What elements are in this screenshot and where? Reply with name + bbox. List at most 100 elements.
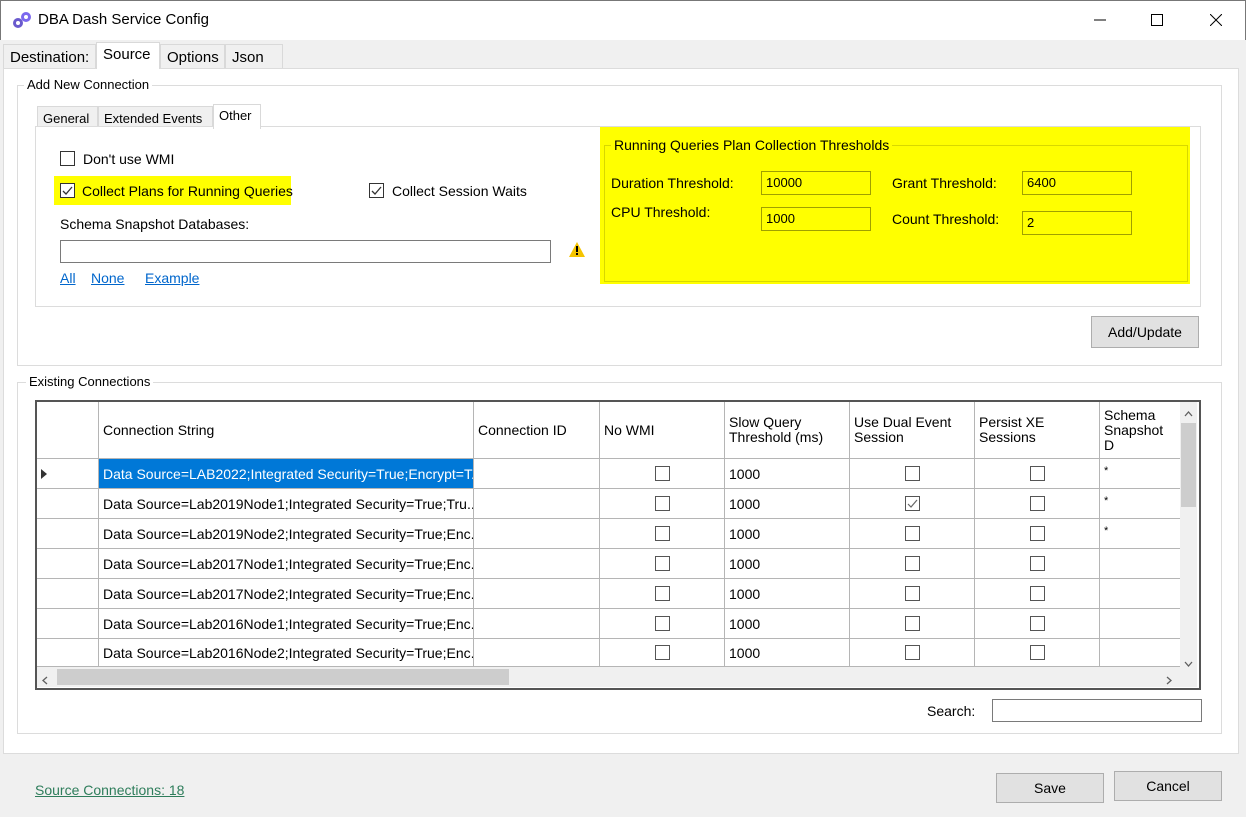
cpu-threshold-input[interactable]: 1000 <box>761 207 871 231</box>
dual-event-cell <box>850 489 975 519</box>
save-button[interactable]: Save <box>996 773 1104 803</box>
column-header[interactable]: Schema Snapshot D <box>1100 402 1180 459</box>
schema-none-link[interactable]: None <box>91 270 124 286</box>
slow-query-cell[interactable]: 1000 <box>725 519 850 549</box>
connection-string-cell[interactable]: Data Source=Lab2016Node2;Integrated Secu… <box>99 639 474 667</box>
connection-id-cell[interactable] <box>474 489 600 519</box>
scroll-right-button[interactable] <box>1166 667 1197 687</box>
collect-plans-checkbox[interactable] <box>60 183 75 198</box>
persist-xe-checkbox[interactable] <box>1029 496 1045 511</box>
slow-query-cell[interactable]: 1000 <box>725 579 850 609</box>
no-wmi-checkbox[interactable] <box>654 645 670 660</box>
schema-snapshot-input[interactable] <box>60 240 551 263</box>
dual-event-checkbox[interactable] <box>904 616 920 631</box>
slow-query-cell[interactable]: 1000 <box>725 609 850 639</box>
count-threshold-input[interactable]: 2 <box>1022 211 1132 235</box>
dual-event-checkbox[interactable] <box>904 556 920 571</box>
tab-general[interactable]: General <box>37 106 98 128</box>
connection-id-cell[interactable] <box>474 639 600 667</box>
row-header[interactable] <box>37 579 99 609</box>
connection-id-cell[interactable] <box>474 549 600 579</box>
close-button[interactable] <box>1187 1 1245 41</box>
maximize-button[interactable] <box>1128 1 1186 41</box>
column-header[interactable]: Use Dual Event Session <box>850 402 975 459</box>
horizontal-scroll-thumb[interactable] <box>57 669 509 685</box>
horizontal-scrollbar[interactable] <box>37 667 1180 687</box>
schema-snapshot-cell[interactable] <box>1100 609 1180 639</box>
no-wmi-checkbox[interactable] <box>654 496 670 511</box>
dual-event-checkbox[interactable] <box>904 496 920 511</box>
persist-xe-checkbox[interactable] <box>1029 556 1045 571</box>
source-connections-link[interactable]: Source Connections: 18 <box>35 782 184 798</box>
connection-id-cell[interactable] <box>474 459 600 489</box>
scroll-up-icon[interactable] <box>1184 405 1193 420</box>
dual-event-checkbox[interactable] <box>904 645 920 660</box>
dont-use-wmi-checkbox[interactable] <box>60 151 75 166</box>
connection-id-cell[interactable] <box>474 579 600 609</box>
column-header[interactable]: Connection ID <box>474 402 600 459</box>
schema-snapshot-cell[interactable] <box>1100 639 1180 667</box>
column-header[interactable]: Connection String <box>99 402 474 459</box>
row-header[interactable] <box>37 639 99 667</box>
connection-string-cell[interactable]: Data Source=Lab2019Node2;Integrated Secu… <box>99 519 474 549</box>
connection-id-cell[interactable] <box>474 519 600 549</box>
no-wmi-checkbox[interactable] <box>654 616 670 631</box>
dont-use-wmi-label: Don't use WMI <box>83 151 175 167</box>
no-wmi-checkbox[interactable] <box>654 466 670 481</box>
tab-options[interactable]: Options <box>160 44 225 68</box>
schema-example-link[interactable]: Example <box>145 270 199 286</box>
connection-id-cell[interactable] <box>474 609 600 639</box>
schema-snapshot-cell[interactable] <box>1100 549 1180 579</box>
column-header[interactable]: Persist XE Sessions <box>975 402 1100 459</box>
minimize-button[interactable] <box>1071 1 1129 41</box>
search-input[interactable] <box>992 699 1202 722</box>
schema-snapshot-cell[interactable]: * <box>1100 489 1180 519</box>
no-wmi-checkbox[interactable] <box>654 556 670 571</box>
slow-query-cell[interactable]: 1000 <box>725 459 850 489</box>
add-update-button[interactable]: Add/Update <box>1091 316 1199 348</box>
slow-query-cell[interactable]: 1000 <box>725 489 850 519</box>
row-header[interactable] <box>37 519 99 549</box>
row-header[interactable] <box>37 489 99 519</box>
persist-xe-checkbox[interactable] <box>1029 645 1045 660</box>
row-header[interactable] <box>37 549 99 579</box>
no-wmi-checkbox[interactable] <box>654 586 670 601</box>
vertical-scroll-thumb[interactable] <box>1181 423 1196 507</box>
tab-destination[interactable]: Destination: <box>3 44 96 68</box>
persist-xe-checkbox[interactable] <box>1029 586 1045 601</box>
schema-all-link[interactable]: All <box>60 270 76 286</box>
row-header[interactable] <box>37 609 99 639</box>
connection-string-cell[interactable]: Data Source=Lab2016Node1;Integrated Secu… <box>99 609 474 639</box>
dual-event-checkbox[interactable] <box>904 526 920 541</box>
schema-snapshot-cell[interactable]: * <box>1100 519 1180 549</box>
collect-session-waits-checkbox[interactable] <box>369 183 384 198</box>
dual-event-checkbox[interactable] <box>904 586 920 601</box>
duration-threshold-input[interactable]: 10000 <box>761 171 871 195</box>
row-header[interactable] <box>37 459 99 489</box>
tab-extended-events[interactable]: Extended Events <box>98 106 213 128</box>
slow-query-cell[interactable]: 1000 <box>725 639 850 667</box>
scroll-left-icon[interactable] <box>42 673 48 688</box>
connection-string-cell[interactable]: Data Source=Lab2017Node1;Integrated Secu… <box>99 549 474 579</box>
connection-string-cell[interactable]: Data Source=LAB2022;Integrated Security=… <box>99 459 474 489</box>
no-wmi-checkbox[interactable] <box>654 526 670 541</box>
vertical-scrollbar[interactable] <box>1180 402 1197 667</box>
column-header[interactable] <box>37 402 99 459</box>
column-header[interactable]: No WMI <box>600 402 725 459</box>
connection-string-cell[interactable]: Data Source=Lab2017Node2;Integrated Secu… <box>99 579 474 609</box>
dual-event-checkbox[interactable] <box>904 466 920 481</box>
scroll-right-icon[interactable] <box>1166 673 1172 688</box>
schema-snapshot-cell[interactable]: * <box>1100 459 1180 489</box>
persist-xe-checkbox[interactable] <box>1029 526 1045 541</box>
grant-threshold-input[interactable]: 6400 <box>1022 171 1132 195</box>
column-header[interactable]: Slow Query Threshold (ms) <box>725 402 850 459</box>
slow-query-cell[interactable]: 1000 <box>725 549 850 579</box>
schema-snapshot-cell[interactable] <box>1100 579 1180 609</box>
persist-xe-checkbox[interactable] <box>1029 466 1045 481</box>
cancel-button[interactable]: Cancel <box>1114 771 1222 801</box>
connection-string-cell[interactable]: Data Source=Lab2019Node1;Integrated Secu… <box>99 489 474 519</box>
tab-json[interactable]: Json <box>225 44 283 68</box>
tab-other[interactable]: Other <box>213 104 261 129</box>
tab-source[interactable]: Source <box>96 42 160 69</box>
persist-xe-checkbox[interactable] <box>1029 616 1045 631</box>
